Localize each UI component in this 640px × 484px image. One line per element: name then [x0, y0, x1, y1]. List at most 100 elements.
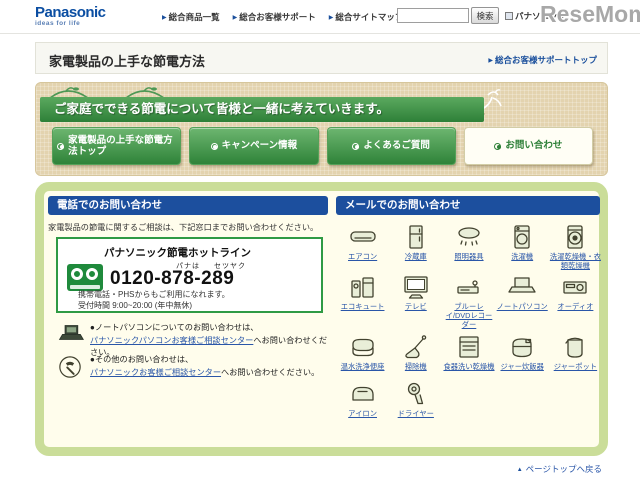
- resemom-watermark: ReseMom: [540, 1, 640, 28]
- appliance-link[interactable]: 冷蔵庫: [405, 252, 427, 261]
- tab-bullet-icon: [211, 143, 218, 150]
- nav-link-0[interactable]: ▶総合商品一覧: [162, 11, 220, 23]
- laptop-icon: [507, 273, 537, 300]
- appliance-tv: テレビ: [389, 273, 442, 329]
- dishwasher-icon: [454, 333, 484, 360]
- appliance-link[interactable]: エコキュート: [341, 302, 385, 311]
- banner-tabs: 家電製品の上手な節電方法トップキャンペーン情報よくあるご質問お問い合わせ: [52, 127, 593, 165]
- hotline-name: パナソニック節電ホットライン: [104, 245, 251, 260]
- mail-panel-header: メールでのお問い合わせ: [336, 196, 600, 215]
- tab-3[interactable]: お問い合わせ: [464, 127, 593, 165]
- tab-1[interactable]: キャンペーン情報: [189, 127, 318, 165]
- page: Panasonic ideas for life ▶総合商品一覧 ▶総合お客様サポ…: [0, 0, 640, 484]
- appliance-link[interactable]: オーディオ: [557, 302, 593, 311]
- panasonic-logo[interactable]: Panasonic ideas for life: [35, 5, 106, 27]
- appliance-aircon: エアコン: [336, 223, 389, 270]
- fridge-icon: [401, 223, 431, 250]
- contact-center-link[interactable]: パナソニックパソコンお客様ご相談センター: [90, 336, 253, 345]
- toilet-icon: [348, 333, 378, 360]
- appliance-link[interactable]: テレビ: [405, 302, 427, 311]
- vacuum-icon: [401, 333, 431, 360]
- contact-center-link[interactable]: パナソニックお客様ご相談センター: [90, 368, 221, 377]
- appliance-washer-dryer: 洗濯乾燥機・衣類乾燥機: [549, 223, 602, 270]
- nav-link-1[interactable]: ▶総合お客様サポート: [233, 11, 316, 23]
- light-icon: [454, 223, 484, 250]
- search-button[interactable]: 検索: [471, 7, 499, 24]
- appliance-ricecooker: ジャー炊飯器: [496, 333, 549, 377]
- tab-0[interactable]: 家電製品の上手な節電方法トップ: [52, 127, 181, 165]
- appliance-toilet: 温水洗浄便座: [336, 333, 389, 377]
- support-top-link[interactable]: ▶総合お客様サポートトップ: [488, 54, 597, 66]
- appliance-link[interactable]: ジャー炊飯器: [500, 362, 543, 371]
- phone-panel-intro: 家電製品の節電に関するご相談は、下記窓口までお問い合わせください。: [48, 221, 318, 233]
- phone-panel-header: 電話でのお問い合わせ: [48, 196, 328, 215]
- search-input[interactable]: [397, 8, 469, 23]
- aircon-icon: [348, 223, 378, 250]
- ecocute-icon: [348, 273, 378, 300]
- appliance-bluray: ブルーレイ/DVDレコーダー: [442, 273, 495, 329]
- appliance-link[interactable]: ドライヤー: [398, 409, 434, 418]
- appliance-audio: オーディオ: [549, 273, 602, 329]
- phone-icon: [58, 355, 82, 379]
- tab-bullet-icon: [57, 143, 64, 150]
- iron-icon: [348, 380, 378, 407]
- hotline-phone-number: 0120-878-289: [110, 268, 234, 290]
- nav-link-2[interactable]: ▶総合サイトマップ: [329, 11, 404, 23]
- appliance-link[interactable]: ノートパソコン: [497, 302, 548, 311]
- page-title: 家電製品の上手な節電方法: [49, 51, 205, 70]
- appliance-link[interactable]: ブルーレイ/DVDレコーダー: [442, 302, 495, 329]
- appliance-link[interactable]: 温水洗浄便座: [341, 362, 385, 371]
- tab-bullet-icon: [494, 143, 501, 150]
- appliance-fridge: 冷蔵庫: [389, 223, 442, 270]
- appliance-link[interactable]: 照明器具: [454, 252, 483, 261]
- appliance-laptop: ノートパソコン: [496, 273, 549, 329]
- campaign-banner: ご家庭でできる節電について皆様と一緒に考えていきます。 家電製品の上手な節電方法…: [35, 82, 608, 176]
- appliance-iron: アイロン: [336, 380, 389, 424]
- title-bar: 家電製品の上手な節電方法 ▶総合お客様サポートトップ: [35, 42, 608, 74]
- appliance-link[interactable]: エアコン: [348, 252, 377, 261]
- appliance-link[interactable]: 掃除機: [405, 362, 427, 371]
- appliance-pot: ジャーポット: [549, 333, 602, 377]
- hotline-note-hours: 受付時間 9:00~20:00 (年中無休): [78, 300, 192, 311]
- appliance-ecocute: エコキュート: [336, 273, 389, 329]
- appliance-link[interactable]: 洗濯乾燥機・衣類乾燥機: [549, 252, 602, 270]
- back-to-top-link[interactable]: ▲ページトップへ戻る: [517, 463, 602, 475]
- hotline-box: パナソニック節電ホットライン パナはセツヤク 0120-878-289 携帯電話…: [56, 237, 323, 313]
- dryer-icon: [401, 380, 431, 407]
- washer-icon: [507, 223, 537, 250]
- laptop-icon: [58, 323, 84, 345]
- appliance-vacuum: 掃除機: [389, 333, 442, 377]
- washer-dryer-icon: [560, 223, 590, 250]
- logo-tagline: ideas for life: [35, 20, 106, 27]
- pot-icon: [560, 333, 590, 360]
- tv-icon: [401, 273, 431, 300]
- freedial-icon: [67, 264, 103, 291]
- contact-content-box: 電話でのお問い合わせ 家電製品の節電に関するご相談は、下記窓口までお問い合わせく…: [35, 182, 608, 456]
- ricecooker-icon: [507, 333, 537, 360]
- appliance-link[interactable]: アイロン: [348, 409, 377, 418]
- arrow-icon: ▶: [233, 15, 238, 21]
- audio-icon: [560, 273, 590, 300]
- appliance-link[interactable]: ジャーポット: [554, 362, 597, 371]
- arrow-icon: ▶: [488, 58, 493, 64]
- appliance-dishwasher: 食器洗い乾燥機: [442, 333, 495, 377]
- tab-2[interactable]: よくあるご質問: [327, 127, 456, 165]
- appliance-dryer: ドライヤー: [389, 380, 442, 424]
- bluray-icon: [454, 273, 484, 300]
- top-nav: ▶総合商品一覧 ▶総合お客様サポート ▶総合サイトマップ: [162, 11, 403, 23]
- arrow-icon: ▶: [162, 15, 167, 21]
- banner-message: ご家庭でできる節電について皆様と一緒に考えていきます。: [40, 97, 484, 122]
- up-arrow-icon: ▲: [517, 467, 523, 473]
- store-icon: [505, 12, 513, 20]
- appliance-washer: 洗濯機: [496, 223, 549, 270]
- tab-bullet-icon: [352, 143, 359, 150]
- appliance-link[interactable]: 洗濯機: [511, 252, 533, 261]
- arrow-icon: ▶: [329, 15, 334, 21]
- logo-text: Panasonic: [35, 5, 106, 20]
- contact-item-1: ●その他のお問い合わせは、パナソニックお客様ご相談センターへお問い合わせください…: [56, 354, 328, 379]
- appliance-grid: エアコン 冷蔵庫 照明器具 洗濯機 洗濯乾燥機・衣類乾燥機エコキュート テレビ ブルーレイ/…: [336, 223, 602, 424]
- hotline-note-mobile: 携帯電話・PHSからもご利用になれます。: [78, 289, 230, 300]
- appliance-light: 照明器具: [442, 223, 495, 270]
- appliance-link[interactable]: 食器洗い乾燥機: [443, 362, 494, 371]
- global-header: Panasonic ideas for life ▶総合商品一覧 ▶総合お客様サポ…: [0, 0, 640, 34]
